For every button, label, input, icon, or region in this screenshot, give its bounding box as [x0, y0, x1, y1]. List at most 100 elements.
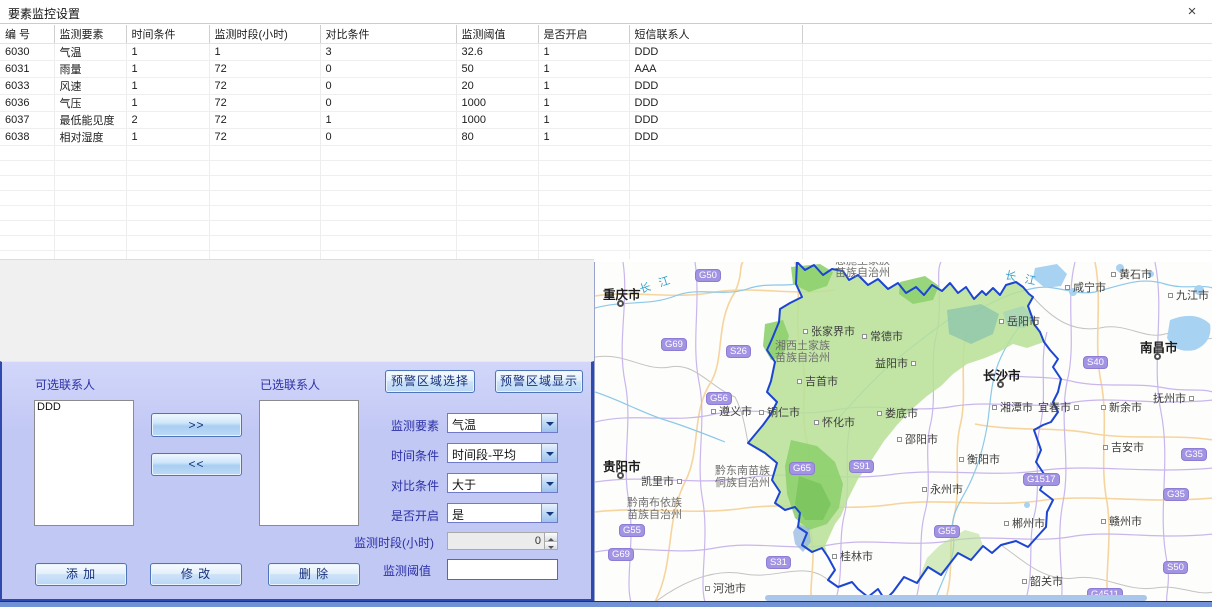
- table-cell: [54, 235, 126, 250]
- table-cell: 72: [209, 111, 320, 128]
- spin-up-icon[interactable]: [545, 533, 557, 542]
- table-cell: [0, 160, 54, 175]
- table-cell: [320, 190, 456, 205]
- threshold-input[interactable]: [447, 559, 558, 580]
- capital-marker-icon: [997, 381, 1004, 388]
- table-row[interactable]: 6033风速1720201DDD: [0, 77, 1212, 94]
- table-cell: 1: [126, 94, 209, 111]
- table-cell: [629, 205, 802, 220]
- table-row-empty[interactable]: [0, 235, 1212, 250]
- table-cell: [538, 160, 629, 175]
- table-cell: [54, 145, 126, 160]
- table-cell: [802, 235, 1212, 250]
- table-cell: [320, 235, 456, 250]
- table-row[interactable]: 6031雨量1720501AAA: [0, 60, 1212, 77]
- table-cell: [54, 160, 126, 175]
- table-cell: 1000: [456, 111, 538, 128]
- column-header[interactable]: 是否开启: [538, 25, 629, 43]
- table-row-empty[interactable]: [0, 160, 1212, 175]
- table-row-empty[interactable]: [0, 145, 1212, 160]
- table-cell: 72: [209, 60, 320, 77]
- element-select[interactable]: 气温: [447, 413, 558, 433]
- table-cell: [54, 220, 126, 235]
- table-cell: [802, 250, 1212, 259]
- table-cell: [456, 220, 538, 235]
- delete-button[interactable]: 删 除: [268, 563, 360, 586]
- move-right-button[interactable]: >>: [151, 413, 242, 437]
- table-cell: 最低能见度: [54, 111, 126, 128]
- column-header[interactable]: 监测时段(小时): [209, 25, 320, 43]
- threshold-label: 监测阈值: [383, 562, 431, 579]
- table-cell: [126, 190, 209, 205]
- close-icon[interactable]: ×: [1182, 2, 1202, 22]
- add-button[interactable]: 添 加: [35, 563, 127, 586]
- table-cell: [456, 175, 538, 190]
- table-cell: [629, 145, 802, 160]
- table-header-row: 编 号监测要素时间条件监测时段(小时)对比条件监测阈值是否开启短信联系人: [0, 25, 1212, 43]
- table-cell: AAA: [629, 60, 802, 77]
- table-cell: 6031: [0, 60, 54, 77]
- table-row-empty[interactable]: [0, 190, 1212, 205]
- table-cell: [54, 250, 126, 259]
- table-cell: 50: [456, 60, 538, 77]
- column-header[interactable]: 时间条件: [126, 25, 209, 43]
- warn-area-show-button[interactable]: 预警区域显示: [495, 370, 583, 393]
- compare-condition-select[interactable]: 大于: [447, 473, 558, 493]
- available-contacts-label: 可选联系人: [35, 376, 95, 393]
- table-row[interactable]: 6030气温11332.61DDD: [0, 43, 1212, 60]
- period-hours-spinner[interactable]: 0: [447, 532, 558, 550]
- table-row-empty[interactable]: [0, 220, 1212, 235]
- table-cell: [802, 220, 1212, 235]
- selected-contacts-label: 已选联系人: [260, 376, 320, 393]
- move-left-button[interactable]: <<: [151, 453, 242, 476]
- table-row[interactable]: 6038相对湿度1720801DDD: [0, 128, 1212, 145]
- table-cell: [320, 160, 456, 175]
- chevron-down-icon[interactable]: [541, 444, 557, 462]
- table-cell: 72: [209, 94, 320, 111]
- modify-button[interactable]: 修 改: [150, 563, 242, 586]
- warn-area-select-button[interactable]: 预警区域选择: [385, 370, 475, 393]
- enabled-select[interactable]: 是: [447, 503, 558, 523]
- available-contacts-list[interactable]: DDD: [34, 400, 134, 526]
- table-cell: [209, 250, 320, 259]
- column-header-filler: [802, 25, 1212, 43]
- table-cell: 72: [209, 128, 320, 145]
- window-title: 要素监控设置: [8, 5, 80, 22]
- column-header[interactable]: 编 号: [0, 25, 54, 43]
- time-condition-select[interactable]: 时间段-平均: [447, 443, 558, 463]
- table-cell: [126, 160, 209, 175]
- table-row-empty[interactable]: [0, 175, 1212, 190]
- table-cell: DDD: [629, 43, 802, 60]
- table-row-empty[interactable]: [0, 205, 1212, 220]
- column-header[interactable]: 监测阈值: [456, 25, 538, 43]
- table-row[interactable]: 6037最低能见度272110001DDD: [0, 111, 1212, 128]
- chevron-down-icon[interactable]: [541, 474, 557, 492]
- column-header[interactable]: 短信联系人: [629, 25, 802, 43]
- spin-down-icon[interactable]: [545, 542, 557, 550]
- table-cell: [209, 190, 320, 205]
- table-cell: [802, 205, 1212, 220]
- column-header[interactable]: 对比条件: [320, 25, 456, 43]
- table-cell: [802, 111, 1212, 128]
- chevron-down-icon[interactable]: [541, 414, 557, 432]
- table-cell: DDD: [629, 77, 802, 94]
- chevron-down-icon[interactable]: [541, 504, 557, 522]
- table-cell: [802, 145, 1212, 160]
- table-row-empty[interactable]: [0, 250, 1212, 259]
- map[interactable]: 重庆市贵阳市长沙市南昌市遵义市凯里市河池市桂林市韶关市赣州市吉安市抚州市新余市宜…: [594, 262, 1212, 601]
- table-cell: [126, 220, 209, 235]
- table-row[interactable]: 6036气压172010001DDD: [0, 94, 1212, 111]
- table-cell: 风速: [54, 77, 126, 94]
- column-header[interactable]: 监测要素: [54, 25, 126, 43]
- table-cell: 1: [538, 43, 629, 60]
- table-cell: [802, 128, 1212, 145]
- selected-contacts-list[interactable]: [259, 400, 359, 526]
- table-cell: 1: [538, 94, 629, 111]
- list-item[interactable]: DDD: [35, 401, 133, 414]
- table-cell: [320, 250, 456, 259]
- table-cell: 0: [320, 94, 456, 111]
- table-cell: [456, 190, 538, 205]
- table-cell: 雨量: [54, 60, 126, 77]
- table-cell: [209, 160, 320, 175]
- table-cell: [802, 190, 1212, 205]
